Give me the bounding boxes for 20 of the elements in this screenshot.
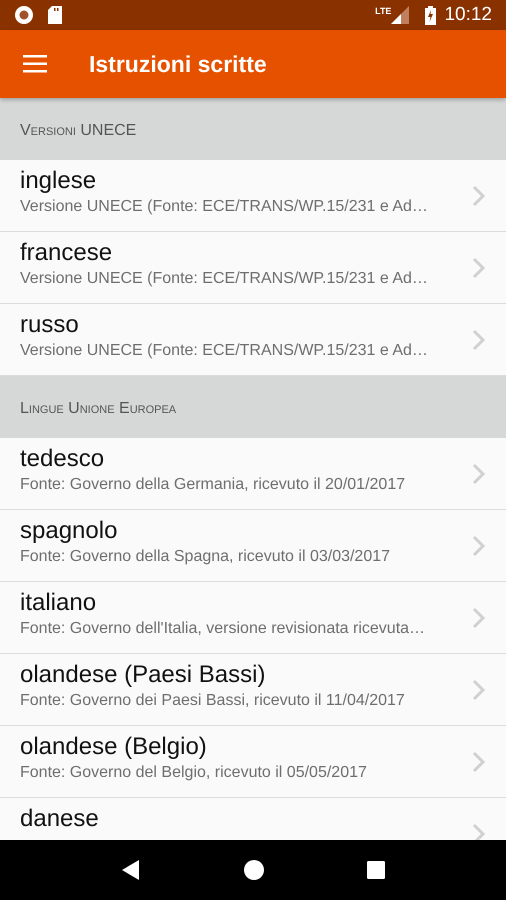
network-type: LTE <box>375 6 392 16</box>
list-item[interactable]: spagnolo Fonte: Governo della Spagna, ricevuto il 03/03/2017 <box>0 510 506 582</box>
menu-icon[interactable] <box>23 55 47 73</box>
record-icon <box>14 5 34 25</box>
clock: 10:12 <box>444 4 492 26</box>
home-icon[interactable] <box>244 860 264 880</box>
overview-icon[interactable] <box>366 861 385 879</box>
signal-icon <box>391 6 410 24</box>
back-icon[interactable] <box>121 859 142 881</box>
section-header: Versioni UNECE <box>0 98 506 160</box>
list-item[interactable]: francese Versione UNECE (Fonte: ECE/TRANS/WP.15/231 e Ad… <box>0 232 506 304</box>
section-header: Lingue Unione Europea <box>0 376 506 438</box>
battery-charging-icon <box>425 6 436 24</box>
list-item[interactable]: olandese (Belgio) Fonte: Governo del Belgio, ricevuto il 05/05/2017 <box>0 726 506 798</box>
list-item[interactable]: olandese (Paesi Bassi) Fonte: Governo dei Paesi Bassi, ricevuto il 11/04/2017 <box>0 654 506 726</box>
list-item[interactable]: inglese Versione UNECE (Fonte: ECE/TRANS/WP.15/231 e Ad… <box>0 160 506 232</box>
sd-card-icon <box>48 6 62 24</box>
list-item[interactable]: italiano Fonte: Governo dell'Italia, versione revisionata ricevuta… <box>0 582 506 654</box>
screen-title: Istruzioni scritte <box>89 50 267 78</box>
list-item[interactable]: tedesco Fonte: Governo della Germania, ricevuto il 20/01/2017 <box>0 438 506 510</box>
